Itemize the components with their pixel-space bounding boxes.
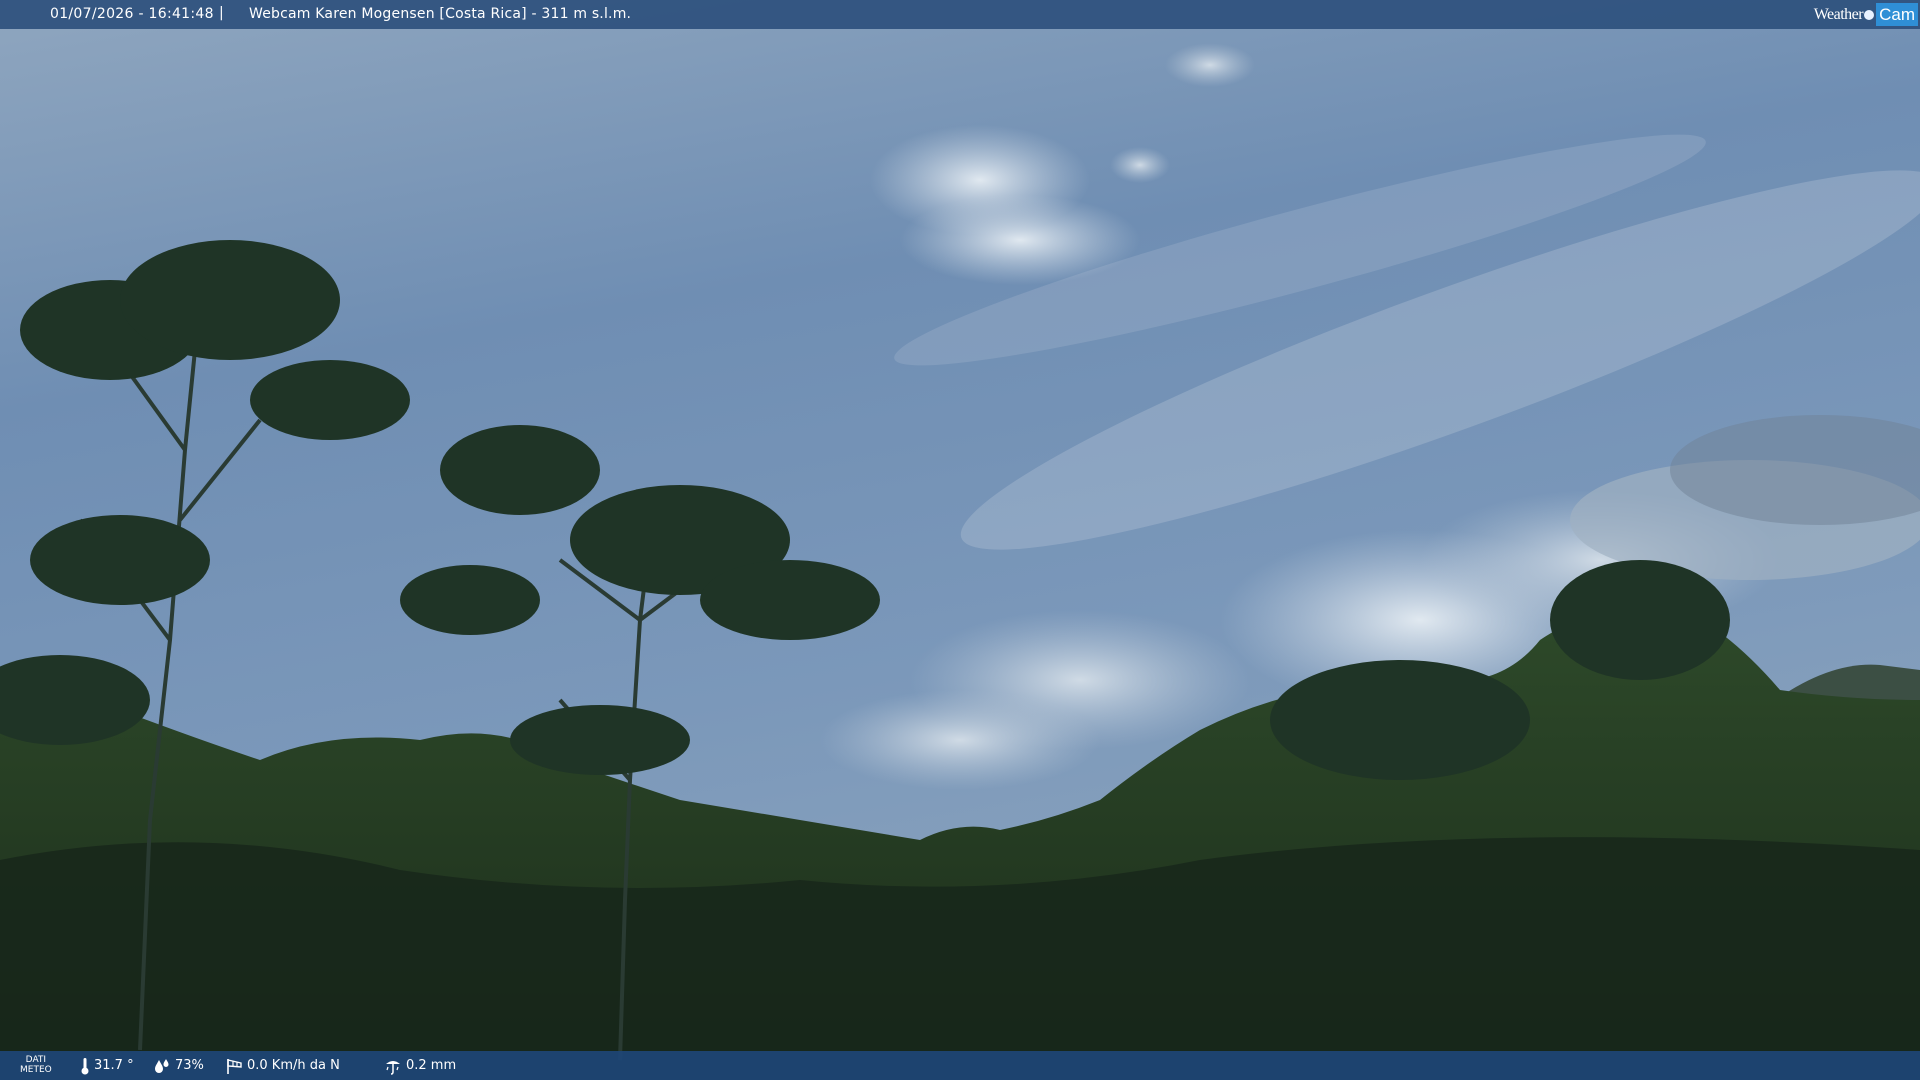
meteo-data-bar: DATI METEO 31.7 ° 73% 0.0 Km/h da N 0.2 … [0, 1051, 1920, 1080]
temperature-reading: 31.7 ° [80, 1051, 134, 1080]
wind-sock-icon [227, 1058, 242, 1074]
wind-value: 0.0 Km/h da N [247, 1058, 340, 1073]
title-separator: | [219, 5, 224, 21]
humidity-value: 73% [175, 1058, 204, 1073]
logo-weather-text: Weather [1813, 5, 1864, 23]
humidity-drops-icon [155, 1058, 169, 1073]
webcam-image [0, 0, 1920, 1080]
weathercam-logo: Weather Cam [1814, 3, 1918, 26]
rain-gauge-icon [386, 1060, 400, 1075]
temperature-value: 31.7 ° [94, 1058, 134, 1073]
rain-reading: 0.2 mm [384, 1051, 456, 1080]
webcam-title: Webcam Karen Mogensen [Costa Rica] - 311… [249, 6, 632, 22]
rain-value: 0.2 mm [406, 1058, 457, 1073]
top-info-bar: 01/07/2026 - 16:41:48 | Webcam Karen Mog… [0, 0, 1920, 29]
meteo-label-line2: METEO [20, 1065, 52, 1075]
meteo-data-label: DATI METEO [20, 1055, 52, 1075]
datetime-label: 01/07/2026 - 16:41:48 [50, 6, 214, 22]
wind-reading: 0.0 Km/h da N [225, 1051, 340, 1080]
logo-cam-text: Cam [1876, 3, 1918, 26]
thermometer-icon [81, 1057, 89, 1074]
meteo-label-line1: DATI [25, 1055, 47, 1065]
humidity-reading: 73% [153, 1051, 204, 1080]
logo-dot-icon [1864, 9, 1875, 20]
